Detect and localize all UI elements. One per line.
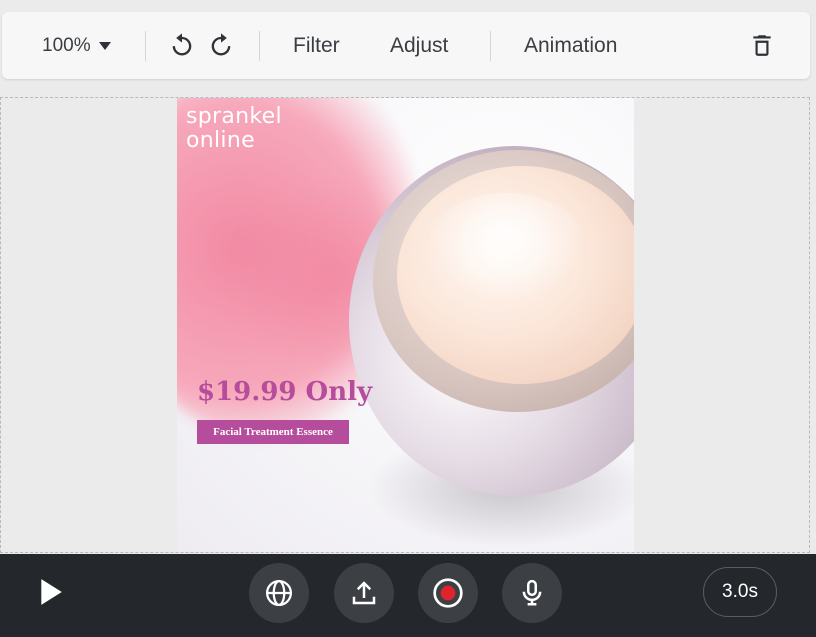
adjust-button[interactable]: Adjust	[390, 12, 448, 79]
undo-icon	[172, 33, 192, 56]
zoom-value: 100%	[42, 34, 91, 56]
animation-button[interactable]: Animation	[524, 12, 617, 79]
cream-swirl	[427, 193, 587, 303]
globe-button[interactable]	[249, 563, 309, 623]
play-button[interactable]	[35, 576, 67, 608]
record-icon	[433, 578, 463, 608]
record-button[interactable]	[418, 563, 478, 623]
globe-icon	[266, 580, 292, 606]
brand-line-2: online	[186, 128, 255, 153]
design-canvas[interactable]	[177, 98, 634, 552]
upload-button[interactable]	[334, 563, 394, 623]
redo-icon	[211, 33, 231, 56]
brand-line-1: sprankel	[186, 104, 282, 129]
toolbar-divider	[259, 31, 260, 61]
trash-icon	[753, 35, 771, 56]
toolbar-divider	[145, 31, 146, 61]
zoom-dropdown[interactable]: 100%	[42, 12, 111, 79]
microphone-button[interactable]	[502, 563, 562, 623]
brand-text[interactable]: sprankel online	[186, 105, 282, 153]
caret-down-icon	[98, 41, 111, 50]
playback-bar: 3.0s	[0, 554, 816, 637]
upload-icon	[352, 581, 376, 605]
product-tag[interactable]: Facial Treatment Essence	[197, 420, 349, 444]
filter-button[interactable]: Filter	[293, 12, 340, 79]
undo-button[interactable]	[166, 29, 198, 61]
duration-button[interactable]: 3.0s	[703, 567, 777, 617]
price-text[interactable]: $19.99 Only	[197, 377, 372, 407]
delete-button[interactable]	[746, 29, 778, 61]
editor-toolbar: 100% Filter Adjust Animation	[2, 12, 810, 79]
toolbar-divider	[490, 31, 491, 61]
microphone-icon	[522, 579, 542, 606]
redo-button[interactable]	[205, 29, 237, 61]
play-icon	[41, 579, 62, 605]
